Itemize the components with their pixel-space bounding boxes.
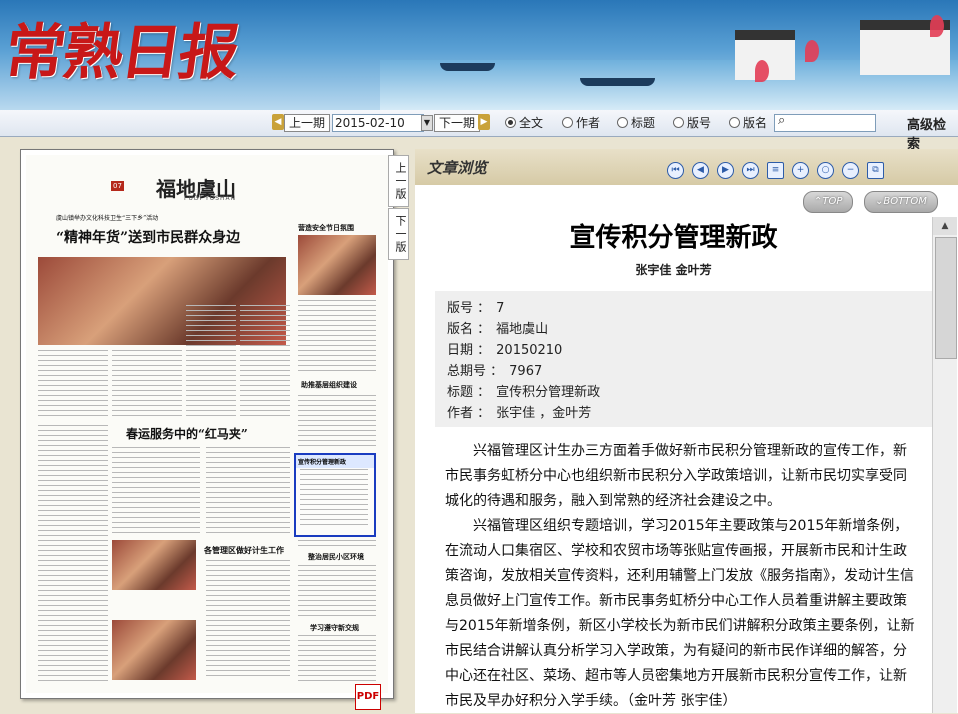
banner-boat [440,63,495,71]
banner-petal [805,40,819,62]
headline-traffic: 学习遵守新交规 [310,623,359,632]
meta-row-page-name: 版名 ：福地虞山 [447,322,549,337]
search-option-fulltext[interactable]: 全文 [505,114,543,131]
advanced-search-link[interactable]: 高级检索 [907,114,958,152]
text-column [298,565,376,620]
banner-petal [930,15,944,37]
reader-scrollbar[interactable]: ▲ [932,217,957,713]
meta-row-issue-no: 总期号 ： 7967 [447,364,543,379]
copy-icon[interactable]: ⧉ [867,162,884,179]
first-icon[interactable]: ⏮ [667,162,684,179]
text-column [240,305,290,420]
next-page-tab[interactable]: 下一版 [388,208,409,260]
zoom-reset-icon[interactable]: ○ [817,162,834,179]
bottom-button[interactable]: ⌄BOTTOM [864,191,938,213]
text-column [300,469,368,529]
top-button[interactable]: ⌃TOP [803,191,854,213]
headline-family-planning: 各管理区做好计生工作 [204,545,284,555]
headline-community: 整治居民小区环境 [308,552,364,561]
banner-boat [580,78,655,86]
text-column [298,300,376,375]
newspaper-page-preview[interactable]: 07 福地虞山 FUDI YUSHAN 虞山镇举办文化科技卫生“三下乡”活动 “… [20,149,394,699]
list-icon[interactable]: ≡ [767,162,784,179]
meta-row-author: 作者 ：张宇佳 ，金叶芳 [447,406,592,421]
text-column [112,350,182,420]
scroll-up-icon[interactable]: ▲ [933,217,957,235]
reader-toolbar: 文章浏览 ⏮ ◀ ▶ ⏭ ≡ + ○ − ⧉ [415,149,958,185]
highlight-article-title: 宣传积分管理新政 [296,455,374,468]
article-author: 张宇佳 金叶芳 [635,263,712,277]
headline-spring-rush: 春运服务中的“红马夹” [126,427,248,441]
search-option-title[interactable]: 标题 [617,114,655,131]
headline-main: “精神年货”送到市民群众身边 [56,230,241,246]
scroll-thumb[interactable] [935,237,957,359]
article-title: 宣传积分管理新政 [569,223,778,253]
zoom-in-icon[interactable]: + [792,162,809,179]
text-column [38,350,108,420]
text-column [38,425,108,685]
next-issue-arrow-icon[interactable]: ▶ [478,114,490,130]
search-option-author[interactable]: 作者 [562,114,600,131]
search-option-pagename[interactable]: 版名 [729,114,767,131]
text-column [206,560,290,680]
headline-kicker: 虞山镇举办文化科技卫生“三下乡”活动 [56,215,159,222]
meta-row-title: 标题 ：宣传积分管理新政 [447,385,601,400]
prev-issue-button[interactable]: 上一期 [284,114,331,132]
article-paragraph: 兴福管理区组织专题培训，学习2015年主要政策与2015年新增条例，在流动人口集… [445,518,915,709]
issue-nav-bar: ◀ 上一期 2015-02-10 ▼ 下一期 ▶ 全文 作者 标题 版号 版名 … [0,110,958,152]
prev-icon[interactable]: ◀ [692,162,709,179]
service-photo [112,540,196,590]
page-number-badge: 07 [111,181,124,191]
street-photo [112,620,196,680]
prev-issue-arrow-icon[interactable]: ◀ [272,114,284,130]
headline-party: 助推基层组织建设 [301,380,357,389]
search-input[interactable] [774,114,876,132]
meta-row-date: 日期 ： 20150210 [447,343,563,358]
reader-title: 文章浏览 [427,159,488,177]
text-column [112,447,200,537]
meta-row-page-no: 版号 ： 7 [447,301,505,316]
search-option-pageno[interactable]: 版号 [673,114,711,131]
article-meta-box: 版号 ： 7 版名 ：福地虞山 日期 ： 20150210 总期号 ： 7967 标题… [435,291,933,427]
prev-page-tab[interactable]: 上一版 [388,155,409,207]
banner-petal [755,60,769,82]
text-column [298,540,376,550]
text-column [298,395,376,450]
newspaper-logo: 常熟日报 [0,18,243,88]
selected-article-highlight[interactable]: 宣传积分管理新政 [294,453,376,537]
pdf-download-icon[interactable]: PDF [355,684,381,710]
last-icon[interactable]: ⏭ [742,162,759,179]
next-issue-button[interactable]: 下一期 [434,114,481,132]
zoom-out-icon[interactable]: − [842,162,859,179]
article-reader-pane: 文章浏览 ⏮ ◀ ▶ ⏭ ≡ + ○ − ⧉ ⌃TOP ⌄BOTTOM 宣传积分… [415,149,958,713]
search-icon[interactable]: ⌕ [778,113,785,128]
article-body: 兴福管理区计生办三方面着手做好新市民积分管理新政的宣传工作，新市民事务虹桥分中心… [445,439,915,714]
page-name-en: FUDI YUSHAN [184,195,237,202]
date-select[interactable]: 2015-02-10 [332,114,424,132]
masthead-banner: 常熟日报 [0,0,958,110]
newspaper-page-image: 07 福地虞山 FUDI YUSHAN 虞山镇举办文化科技卫生“三下乡”活动 “… [26,155,388,693]
chevron-down-icon[interactable]: ▼ [421,115,433,131]
text-column [186,305,236,420]
text-column [206,447,290,537]
article-paragraph: 兴福管理区计生办三方面着手做好新市民积分管理新政的宣传工作，新市民事务虹桥分中心… [445,443,907,509]
text-column [298,635,376,685]
next-icon[interactable]: ▶ [717,162,734,179]
safety-photo [298,235,376,295]
headline-safety: 营造安全节日氛围 [298,223,354,232]
